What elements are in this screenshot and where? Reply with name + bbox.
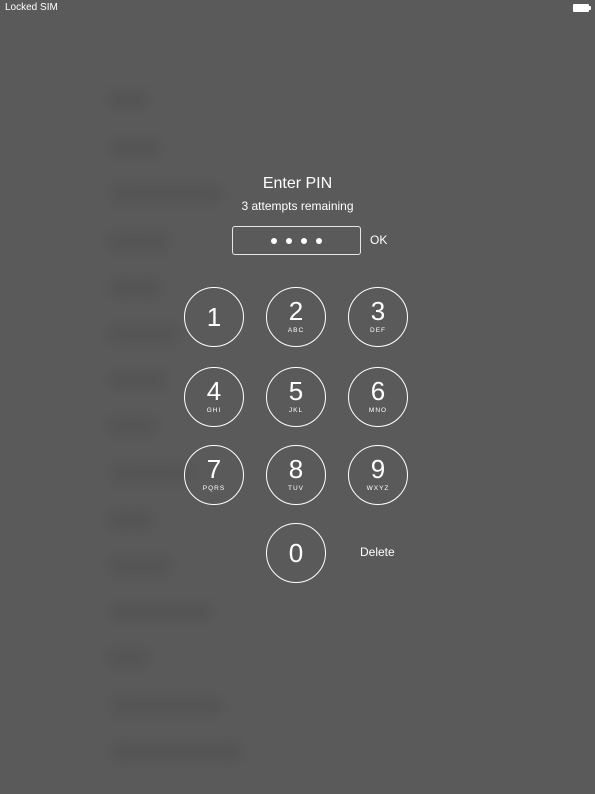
key-digit: 0 bbox=[288, 538, 304, 568]
ok-button[interactable]: OK bbox=[370, 233, 387, 247]
key-letters: WXYZ bbox=[366, 485, 390, 492]
pin-input-field[interactable] bbox=[232, 226, 361, 255]
key-letters: TUV bbox=[288, 485, 304, 492]
carrier-label: Locked SIM bbox=[5, 2, 58, 13]
key-letters: GHI bbox=[206, 407, 222, 414]
key-digit: 7 bbox=[206, 454, 222, 484]
key-5[interactable]: 5 JKL bbox=[266, 367, 326, 427]
key-digit: 6 bbox=[370, 376, 386, 406]
key-2[interactable]: 2 ABC bbox=[266, 287, 326, 347]
key-digit: 3 bbox=[370, 296, 386, 326]
key-3[interactable]: 3 DEF bbox=[348, 287, 408, 347]
sim-pin-screen: Locked SIM Enter PIN 3 attempts remainin… bbox=[0, 0, 595, 794]
key-digit: 5 bbox=[288, 376, 304, 406]
key-9[interactable]: 9 WXYZ bbox=[348, 445, 408, 505]
key-letters: DEF bbox=[370, 327, 386, 334]
key-letters: PQRS bbox=[202, 485, 226, 492]
key-1[interactable]: 1 bbox=[184, 287, 244, 347]
key-0[interactable]: 0 bbox=[266, 523, 326, 583]
key-6[interactable]: 6 MNO bbox=[348, 367, 408, 427]
pin-dot bbox=[316, 237, 322, 244]
key-letters: JKL bbox=[288, 407, 304, 414]
key-8[interactable]: 8 TUV bbox=[266, 445, 326, 505]
key-digit: 9 bbox=[370, 454, 386, 484]
prompt-title: Enter PIN bbox=[262, 175, 333, 192]
key-letters: ABC bbox=[287, 327, 305, 334]
pin-dot bbox=[301, 237, 307, 244]
key-4[interactable]: 4 GHI bbox=[184, 367, 244, 427]
key-digit: 8 bbox=[288, 454, 304, 484]
key-digit: 2 bbox=[288, 296, 304, 326]
pin-dot bbox=[286, 237, 292, 244]
delete-button[interactable]: Delete bbox=[360, 545, 395, 559]
key-letters: MNO bbox=[368, 407, 388, 414]
key-7[interactable]: 7 PQRS bbox=[184, 445, 244, 505]
key-digit: 1 bbox=[206, 302, 222, 332]
key-digit: 4 bbox=[206, 376, 222, 406]
battery-full-icon bbox=[573, 4, 591, 12]
status-bar: Locked SIM bbox=[0, 0, 595, 16]
attempts-remaining: 3 attempts remaining bbox=[241, 199, 354, 213]
pin-dot bbox=[271, 237, 277, 244]
